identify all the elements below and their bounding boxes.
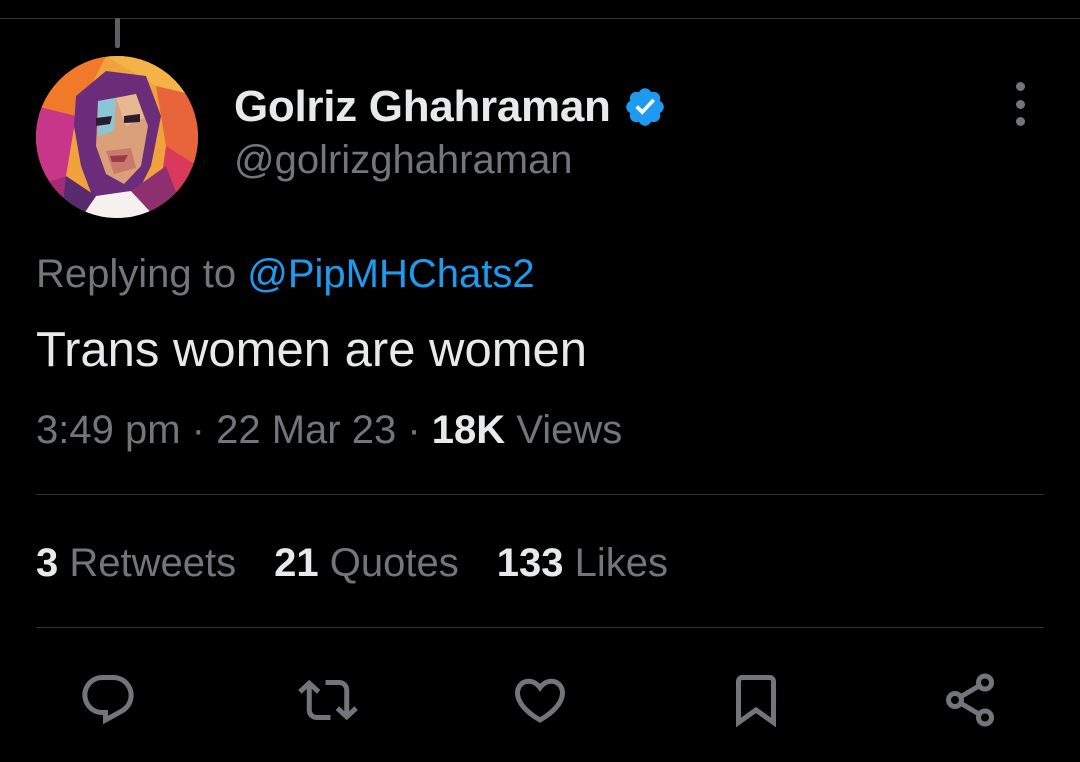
engagement-stats: 3 Retweets 21 Quotes 133 Likes	[36, 541, 706, 586]
reply-icon	[82, 675, 134, 725]
meta-separator: ·	[191, 408, 205, 452]
verified-badge-icon	[625, 88, 664, 126]
retweets-stat[interactable]: 3 Retweets	[36, 541, 236, 586]
thread-connector-line	[115, 18, 120, 48]
views-count: 18K	[431, 408, 506, 452]
avatar[interactable]	[36, 56, 198, 218]
divider-meta	[36, 494, 1044, 495]
tweet-time[interactable]: 3:49 pm	[36, 408, 181, 452]
share-button[interactable]	[938, 668, 1002, 732]
likes-label: Likes	[574, 541, 668, 585]
like-button[interactable]	[508, 668, 572, 732]
reply-mention-link[interactable]: @PipMHChats2	[247, 252, 534, 296]
display-name[interactable]: Golriz Ghahraman	[234, 82, 611, 132]
author-name-row[interactable]: Golriz Ghahraman	[234, 80, 667, 134]
bookmark-button[interactable]	[724, 668, 788, 732]
tweet-text: Trans women are women	[36, 323, 588, 377]
tweet-meta: 3:49 pm · 22 Mar 23 · 18K Views	[36, 408, 622, 453]
replying-to-line: Replying to @PipMHChats2	[36, 252, 535, 297]
retweet-button[interactable]	[296, 668, 360, 732]
tweet-date[interactable]: 22 Mar 23	[216, 408, 396, 452]
quotes-count: 21	[274, 541, 319, 585]
like-icon	[514, 678, 566, 723]
reply-button[interactable]	[76, 668, 140, 732]
share-icon	[946, 673, 994, 727]
bookmark-icon	[736, 675, 776, 728]
likes-stat[interactable]: 133 Likes	[497, 541, 668, 586]
quotes-stat[interactable]: 21 Quotes	[274, 541, 459, 586]
more-options-icon[interactable]	[1000, 82, 1040, 126]
retweets-count: 3	[36, 541, 59, 585]
author-handle[interactable]: @golrizghahraman	[234, 138, 573, 183]
divider-stats	[36, 627, 1044, 628]
quotes-label: Quotes	[329, 541, 459, 585]
top-divider	[0, 18, 1080, 19]
likes-count: 133	[496, 541, 564, 585]
meta-separator: ·	[407, 408, 421, 452]
replying-to-label: Replying to	[36, 252, 237, 296]
views-label: Views	[516, 408, 623, 452]
avatar-portrait-image	[36, 56, 198, 218]
retweet-icon	[298, 679, 358, 721]
retweets-label: Retweets	[69, 541, 237, 585]
